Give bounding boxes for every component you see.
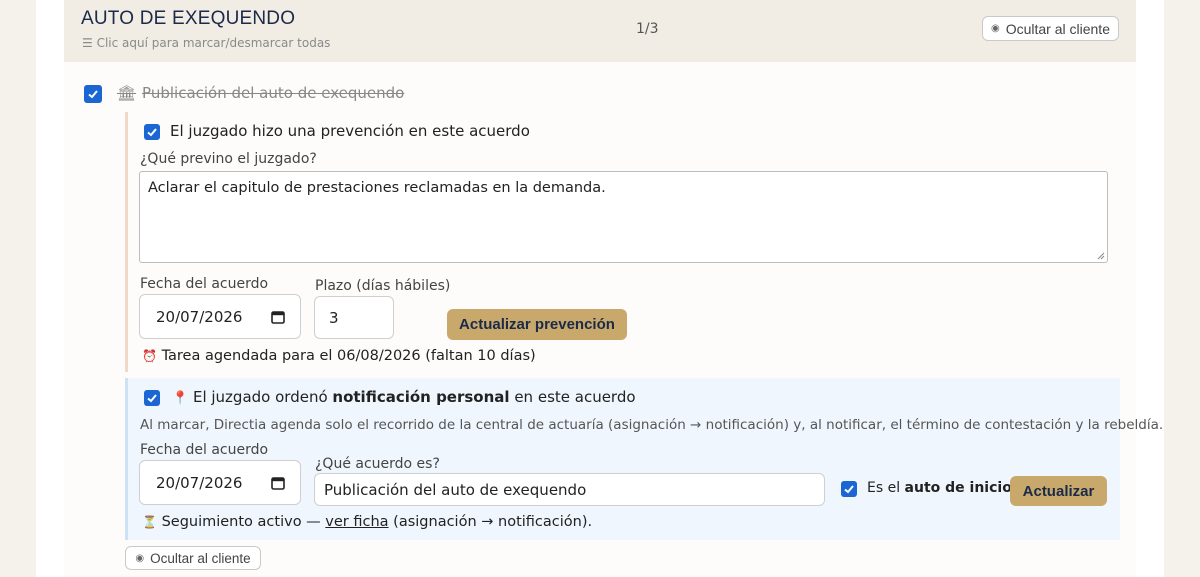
term-input[interactable]: 3 xyxy=(314,296,394,339)
which-agreement-value: Publicación del auto de exequendo xyxy=(324,480,587,499)
toggle-all-link[interactable]: ☰ Clic aquí para marcar/desmarcar todas xyxy=(82,36,330,50)
auto-inicio-bold: auto de inicio xyxy=(904,480,1012,496)
prevention-checkbox-label: El juzgado hizo una prevención en este a… xyxy=(170,122,530,140)
prevention-date-input[interactable]: 20/07/2026 xyxy=(139,294,301,339)
main-item-text: Publicación del auto de exequendo xyxy=(142,84,405,102)
prevention-textarea-value: Aclarar el capitulo de prestaciones recl… xyxy=(148,180,606,196)
notification-date-value: 20/07/2026 xyxy=(156,473,243,492)
which-agreement-input[interactable]: Publicación del auto de exequendo xyxy=(314,473,825,506)
notification-checkbox[interactable] xyxy=(144,390,160,406)
toggle-all-text: Clic aquí para marcar/desmarcar todas xyxy=(96,36,331,50)
hide-from-client-label: Ocultar al cliente xyxy=(1005,20,1110,37)
alarm-clock-icon: ⏰ xyxy=(142,349,157,363)
prevention-date-label: Fecha del acuerdo xyxy=(140,276,269,292)
term-label: Plazo (días hábiles) xyxy=(315,278,451,294)
hide-from-client-button-top[interactable]: ◉ Ocultar al cliente xyxy=(982,16,1119,41)
checkmark-icon xyxy=(88,90,98,99)
calendar-icon[interactable] xyxy=(271,310,285,324)
left-gutter xyxy=(0,0,36,577)
calendar-icon[interactable] xyxy=(271,476,285,490)
follow-up-label: Seguimiento activo — xyxy=(161,514,326,530)
prevention-question-label: ¿Qué previno el juzgado? xyxy=(140,151,317,167)
notification-label-post: en este acuerdo xyxy=(509,388,636,406)
notification-label-pre: El juzgado ordenó xyxy=(192,388,333,406)
follow-up-post: (asignación → notificación). xyxy=(388,514,593,530)
checkmark-icon xyxy=(147,128,157,137)
page-counter: 1/3 xyxy=(636,21,659,37)
checkmark-icon xyxy=(147,394,157,403)
auto-inicio-checkbox[interactable] xyxy=(841,481,857,497)
main-item-checkbox[interactable] xyxy=(84,85,102,103)
bank-icon: 🏛 xyxy=(117,84,137,102)
term-value: 3 xyxy=(329,308,339,327)
update-notification-button[interactable]: Actualizar xyxy=(1010,476,1107,506)
hide-from-client-button-bottom[interactable]: ◉ Ocultar al cliente xyxy=(125,546,261,570)
pin-icon: 📍 xyxy=(172,391,189,406)
menu-icon: ☰ xyxy=(82,36,93,50)
main-item-label: 🏛 Publicación del auto de exequendo xyxy=(117,84,404,102)
notification-label-bold: notificación personal xyxy=(332,388,510,406)
update-prevention-button[interactable]: Actualizar prevención xyxy=(447,309,627,340)
notification-date-input[interactable]: 20/07/2026 xyxy=(139,460,301,505)
section-title: AUTO DE EXEQUENDO xyxy=(81,8,296,29)
eye-icon: ◉ xyxy=(135,552,145,564)
notification-date-label: Fecha del acuerdo xyxy=(140,442,269,458)
notification-note: Al marcar, Directia agenda solo el recor… xyxy=(140,417,1164,433)
view-file-link[interactable]: ver ficha xyxy=(325,514,388,530)
task-scheduled-text: ⏰ Tarea agendada para el 06/08/2026 (fal… xyxy=(142,348,536,364)
resize-grip-icon[interactable] xyxy=(1096,251,1105,260)
prevention-date-value: 20/07/2026 xyxy=(156,307,243,326)
hide-from-client-label: Ocultar al cliente xyxy=(150,550,251,566)
follow-up-text: ⏳ Seguimiento activo — ver ficha (asigna… xyxy=(142,514,592,530)
hourglass-icon: ⏳ xyxy=(142,515,157,529)
auto-inicio-pre: Es el xyxy=(867,480,905,496)
eye-icon: ◉ xyxy=(990,23,1000,34)
task-scheduled-label: Tarea agendada para el 06/08/2026 (falta… xyxy=(161,348,536,364)
right-gutter xyxy=(1164,0,1200,577)
auto-inicio-label: Es el auto de inicio xyxy=(867,480,1012,496)
notification-checkbox-label: 📍 El juzgado ordenó notificación persona… xyxy=(172,388,636,406)
which-agreement-label: ¿Qué acuerdo es? xyxy=(315,456,440,472)
prevention-textarea[interactable]: Aclarar el capitulo de prestaciones recl… xyxy=(139,171,1108,263)
prevention-checkbox[interactable] xyxy=(144,124,160,140)
checkmark-icon xyxy=(844,485,854,494)
